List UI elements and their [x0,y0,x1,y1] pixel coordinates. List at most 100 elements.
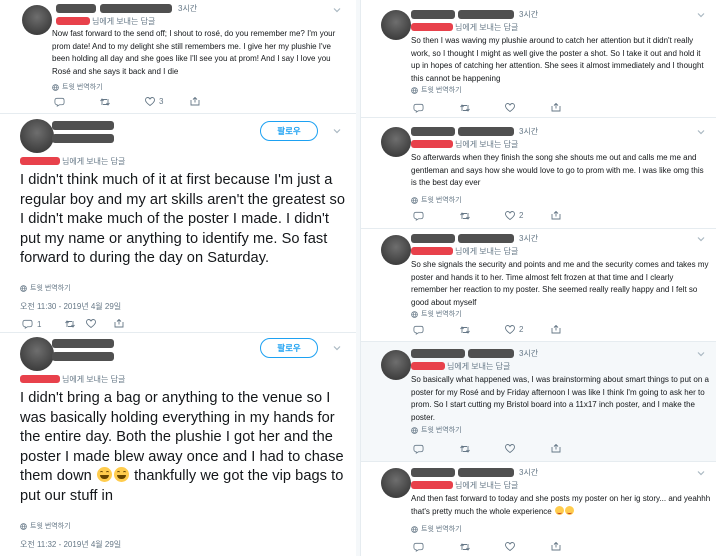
chevron-down-icon[interactable] [697,11,705,19]
translate-tweet-link[interactable]: 트윗 번역하기 [411,85,462,95]
chevron-down-icon[interactable] [333,6,341,14]
redacted-username[interactable] [52,352,114,361]
retweet-button[interactable] [459,325,471,335]
retweet-button[interactable] [64,319,76,329]
reply-button[interactable]: 1 [22,319,41,329]
redacted-display-name[interactable] [411,349,465,358]
like-button[interactable] [505,444,515,453]
redacted-reply-handle[interactable] [411,23,453,31]
tweet-right-4[interactable]: 3시간 님에게 보내는 답글 So basically what happene… [361,342,716,462]
redacted-reply-handle[interactable] [411,247,453,255]
retweet-icon [459,444,471,454]
chevron-down-icon[interactable] [697,128,705,136]
redacted-reply-handle[interactable] [411,362,445,370]
avatar[interactable] [20,337,54,371]
tweet-time[interactable]: 3시간 [519,9,538,20]
tweet-left-1[interactable]: 3시간 님에게 보내는 답글 Now fast forward to the s… [0,0,356,114]
avatar[interactable] [381,127,411,157]
replying-to-label: 님에게 보내는 답글 [447,362,511,371]
like-button[interactable]: 2 [505,325,523,334]
follow-button[interactable]: 팔로우 [260,121,318,141]
translate-tweet-link[interactable]: 트윗 번역하기 [411,524,462,534]
reply-button[interactable] [54,97,65,107]
redacted-reply-handle[interactable] [411,140,453,148]
tweet-date[interactable]: 오전 11:32 - 2019년 4월 29일 [20,539,121,550]
like-button[interactable] [86,319,96,328]
tweet-left-3[interactable]: 팔로우 님에게 보내는 답글 I didn't bring a bag or a… [0,333,356,556]
tweet-right-5[interactable]: 3시간 님에게 보내는 답글 And then fast forward to … [361,462,716,556]
chevron-down-icon[interactable] [333,127,341,135]
like-button[interactable]: 2 [505,211,523,220]
redacted-display-name[interactable] [411,127,455,136]
dm-button[interactable] [551,211,561,220]
retweet-button[interactable] [459,542,471,552]
tweet-right-1[interactable]: 3시간 님에게 보내는 답글 So then I was waving my p… [361,0,716,118]
like-button[interactable] [505,542,515,551]
translate-tweet-link[interactable]: 트윗 번역하기 [411,195,462,205]
redacted-reply-handle[interactable] [20,375,60,383]
avatar[interactable] [381,235,411,265]
replying-to-label: 님에게 보내는 답글 [455,140,519,149]
reply-button[interactable] [413,325,424,335]
dm-button[interactable] [114,319,124,328]
tweet-time[interactable]: 3시간 [519,467,538,478]
avatar[interactable] [381,468,411,498]
dm-button[interactable] [551,444,561,453]
translate-tweet-link[interactable]: 트윗 번역하기 [20,283,71,293]
redacted-username[interactable] [458,127,514,136]
redacted-display-name[interactable] [52,121,114,130]
redacted-display-name[interactable] [411,10,455,19]
redacted-username[interactable] [100,4,172,13]
tweet-time[interactable]: 3시간 [519,233,538,244]
redacted-display-name[interactable] [411,468,455,477]
tweet-time[interactable]: 3시간 [519,348,538,359]
tweet-right-2[interactable]: 3시간 님에게 보내는 답글 So afterwards when they f… [361,118,716,229]
tweet-right-3[interactable]: 3시간 님에게 보내는 답글 So she signals the securi… [361,229,716,342]
redacted-reply-handle[interactable] [20,157,60,165]
tweet-time[interactable]: 3시간 [519,126,538,137]
translate-tweet-link[interactable]: 트윗 번역하기 [52,82,103,92]
tweet-left-2[interactable]: 팔로우 님에게 보내는 답글 I didn't think much of it… [0,114,356,333]
redacted-username[interactable] [52,134,114,143]
retweet-button[interactable] [459,211,471,221]
reply-button[interactable] [413,211,424,221]
dm-button[interactable] [551,542,561,551]
reply-button[interactable] [413,103,424,113]
avatar[interactable] [381,10,411,40]
translate-tweet-link[interactable]: 트윗 번역하기 [20,521,71,531]
redacted-username[interactable] [458,234,514,243]
like-count: 2 [519,211,524,220]
translate-tweet-link[interactable]: 트윗 번역하기 [411,425,462,435]
dm-button[interactable] [190,97,200,106]
redacted-reply-handle[interactable] [411,481,453,489]
chevron-down-icon[interactable] [697,235,705,243]
chevron-down-icon[interactable] [697,350,705,358]
tweet-date[interactable]: 오전 11:30 - 2019년 4월 29일 [20,301,121,312]
avatar[interactable] [381,350,411,380]
redacted-display-name[interactable] [56,4,96,13]
redacted-display-name[interactable] [52,339,114,348]
redacted-reply-handle[interactable] [56,17,90,25]
redacted-username[interactable] [468,349,514,358]
translate-label: 트윗 번역하기 [30,285,71,292]
follow-button[interactable]: 팔로우 [260,338,318,358]
dm-button[interactable] [551,325,561,334]
redacted-username[interactable] [458,468,514,477]
retweet-button[interactable] [459,444,471,454]
reply-button[interactable] [413,444,424,454]
redacted-display-name[interactable] [411,234,455,243]
chevron-down-icon[interactable] [697,469,705,477]
retweet-button[interactable] [99,97,111,107]
like-button[interactable]: 3 [145,97,163,106]
translate-tweet-link[interactable]: 트윗 번역하기 [411,309,462,319]
avatar[interactable] [20,119,54,153]
reply-button[interactable] [413,542,424,552]
dm-button[interactable] [551,103,561,112]
chevron-down-icon[interactable] [333,344,341,352]
like-button[interactable] [505,103,515,112]
tweet-time[interactable]: 3시간 [178,3,197,14]
translate-label: 트윗 번역하기 [421,197,462,204]
avatar[interactable] [22,5,52,35]
retweet-button[interactable] [459,103,471,113]
redacted-username[interactable] [458,10,514,19]
